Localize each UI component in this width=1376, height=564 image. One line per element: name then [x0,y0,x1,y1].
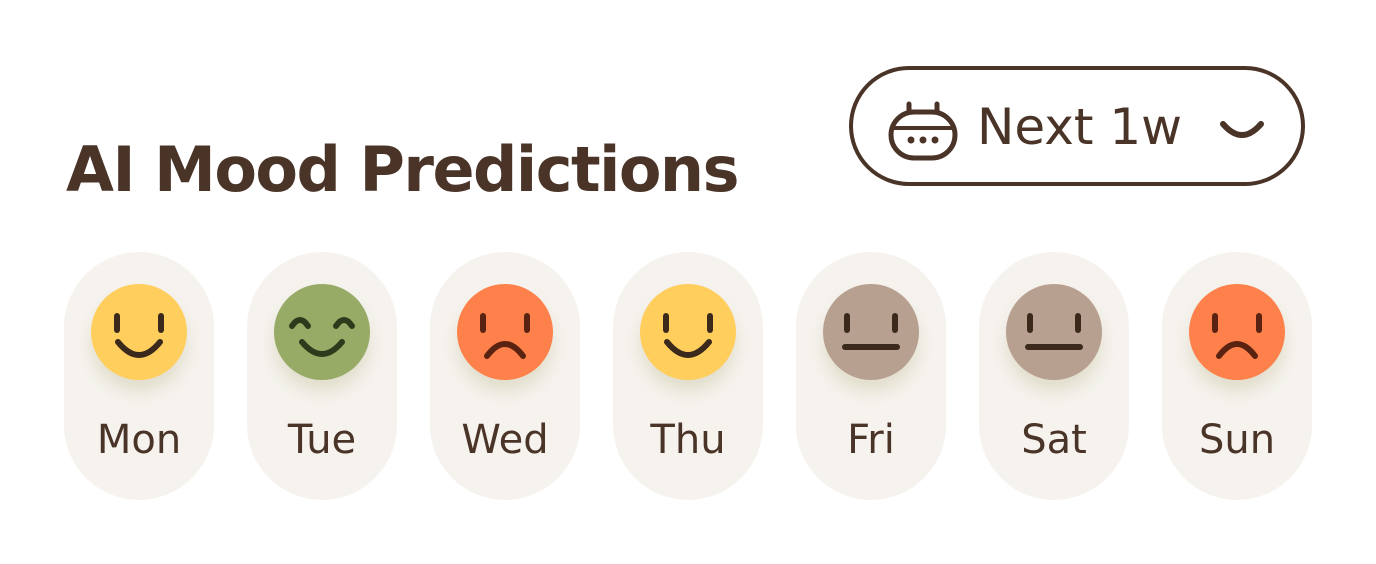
day-label: Thu [650,417,726,463]
day-label: Wed [461,417,549,463]
day-card-thu[interactable]: Thu [613,252,763,500]
mood-neutral-icon [823,284,919,380]
mood-forecast-list: Mon Tue Wed Thu Fri Sat Sun [64,252,1312,500]
day-label: Mon [96,417,182,463]
chevron-down-icon [1220,121,1264,138]
robot-icon [888,101,958,161]
mood-happy-icon [640,284,736,380]
mood-sad-icon [1189,284,1285,380]
day-label: Tue [287,417,357,463]
mood-neutral-icon [1006,284,1102,380]
day-card-sun[interactable]: Sun [1162,252,1312,500]
day-card-sat[interactable]: Sat [979,252,1129,500]
mood-sad-icon [457,284,553,380]
day-card-tue[interactable]: Tue [247,252,397,500]
time-range-dropdown[interactable]: Next 1w [849,66,1305,186]
day-label: Fri [847,417,895,463]
time-range-label: Next 1w [977,98,1183,156]
mood-content-icon [274,284,370,380]
day-card-mon[interactable]: Mon [64,252,214,500]
day-label: Sat [1021,417,1087,463]
mood-happy-icon [91,284,187,380]
page-title: AI Mood Predictions [66,132,739,206]
day-card-fri[interactable]: Fri [796,252,946,500]
day-card-wed[interactable]: Wed [430,252,580,500]
day-label: Sun [1198,417,1276,463]
